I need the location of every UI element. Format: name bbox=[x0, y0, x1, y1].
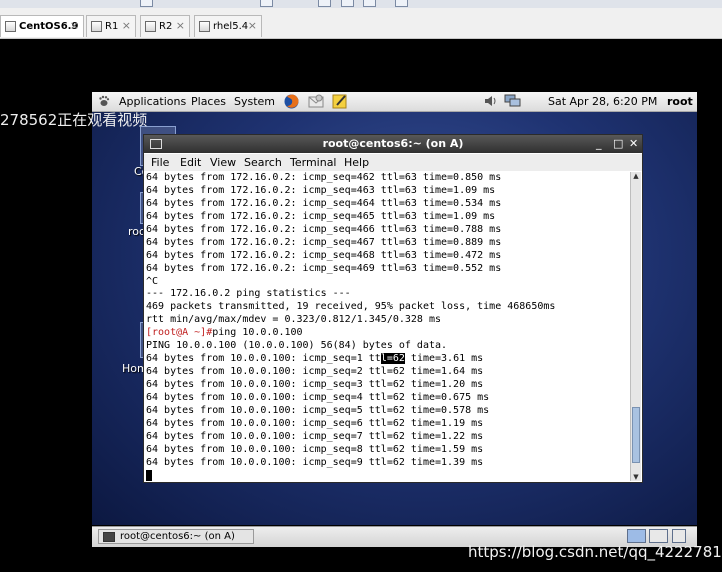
output-line: 64 bytes from 10.0.0.100: icmp_seq=7 ttl… bbox=[146, 430, 484, 442]
system-menu[interactable]: System bbox=[234, 95, 275, 108]
menu-search[interactable]: Search bbox=[244, 156, 282, 169]
menu-file[interactable]: File bbox=[151, 156, 169, 169]
output-line: --- 172.16.0.2 ping statistics --- bbox=[146, 288, 351, 300]
menu-terminal[interactable]: Terminal bbox=[290, 156, 337, 169]
terminal-titlebar[interactable]: root@centos6:~ (on A) _ □ ✕ bbox=[144, 135, 642, 153]
scroll-up-icon[interactable]: ▲ bbox=[631, 172, 641, 180]
output-line: 64 bytes from 10.0.0.100: icmp_seq=6 ttl… bbox=[146, 417, 484, 429]
clock[interactable]: Sat Apr 28, 6:20 PM bbox=[548, 95, 657, 108]
tab-label: rhel5.4 bbox=[213, 21, 249, 32]
vm-icon bbox=[5, 21, 16, 32]
output-line: rtt min/avg/max/mdev = 0.323/0.812/1.345… bbox=[146, 314, 442, 326]
host-toolbar bbox=[0, 0, 722, 8]
vm-icon bbox=[91, 21, 102, 32]
output-line: ^C bbox=[146, 275, 159, 287]
text-segment: 64 bytes from 10.0.0.100: icmp_seq=1 tt bbox=[146, 353, 381, 365]
taskbar-window-label: root@centos6:~ (on A) bbox=[120, 531, 235, 542]
tab-rhel54[interactable]: rhel5.4 × bbox=[194, 15, 262, 37]
output-line: 469 packets transmitted, 19 received, 95… bbox=[146, 301, 556, 313]
output-line: 64 bytes from 172.16.0.2: icmp_seq=464 t… bbox=[146, 197, 502, 209]
output-line: 64 bytes from 10.0.0.100: icmp_seq=4 ttl… bbox=[146, 391, 490, 403]
close-icon[interactable]: × bbox=[248, 19, 257, 32]
output-line: 64 bytes from 172.16.0.2: icmp_seq=466 t… bbox=[146, 223, 502, 235]
text-cursor bbox=[146, 469, 152, 481]
terminal-output[interactable]: 64 bytes from 172.16.0.2: icmp_seq=462 t… bbox=[146, 172, 630, 481]
vm-icon bbox=[145, 21, 156, 32]
output-line: PING 10.0.0.100 (10.0.0.100) 56(84) byte… bbox=[146, 340, 448, 352]
vm-icon bbox=[199, 21, 210, 32]
terminal-scrollbar[interactable]: ▲ ▼ bbox=[630, 172, 641, 481]
text-selection: l=62 bbox=[380, 353, 405, 365]
close-icon[interactable]: × bbox=[122, 19, 131, 32]
menu-edit[interactable]: Edit bbox=[180, 156, 201, 169]
output-line: 64 bytes from 10.0.0.100: icmp_seq=5 ttl… bbox=[146, 404, 490, 416]
volume-icon[interactable] bbox=[484, 95, 497, 110]
places-menu[interactable]: Places bbox=[191, 95, 226, 108]
fullscreen-icon[interactable] bbox=[318, 0, 331, 7]
terminal-menubar: File Edit View Search Terminal Help bbox=[144, 154, 642, 171]
workspace-1[interactable] bbox=[627, 529, 646, 543]
terminal-icon bbox=[103, 531, 115, 542]
maximize-icon[interactable]: □ bbox=[613, 137, 623, 150]
snapshot-icon[interactable] bbox=[260, 0, 273, 7]
output-line: 64 bytes from 172.16.0.2: icmp_seq=468 t… bbox=[146, 249, 502, 261]
trash-icon[interactable] bbox=[672, 529, 686, 543]
tab-r1[interactable]: R1 × bbox=[86, 15, 136, 37]
command-line: [root@A ~]#ping 10.0.0.100 bbox=[146, 327, 630, 340]
watermark-url: https://blog.csdn.net/qq_42227818 bbox=[468, 543, 722, 561]
close-icon[interactable]: ✕ bbox=[629, 137, 638, 150]
taskbar-window-button[interactable]: root@centos6:~ (on A) bbox=[98, 529, 254, 544]
command-text: ping 10.0.0.100 bbox=[212, 327, 303, 339]
menu-view[interactable]: View bbox=[210, 156, 236, 169]
output-line: 64 bytes from 172.16.0.2: icmp_seq=463 t… bbox=[146, 184, 496, 196]
mail-icon[interactable] bbox=[308, 94, 324, 112]
output-line: 64 bytes from 172.16.0.2: icmp_seq=465 t… bbox=[146, 210, 496, 222]
applications-menu[interactable]: Applications bbox=[119, 95, 186, 108]
close-icon[interactable]: × bbox=[176, 19, 185, 32]
unity-icon[interactable] bbox=[341, 0, 354, 7]
tab-label: R1 bbox=[105, 21, 119, 32]
window-title: root@centos6:~ (on A) bbox=[322, 137, 464, 150]
tab-label: R2 bbox=[159, 21, 173, 32]
cursor-line bbox=[146, 469, 630, 481]
vm-tab-bar: CentOS6.9 × R1 × R2 × rhel5.4 × bbox=[0, 8, 722, 39]
console-icon[interactable] bbox=[363, 0, 376, 7]
user-menu[interactable]: root bbox=[667, 95, 693, 108]
notes-icon[interactable] bbox=[332, 93, 348, 112]
shell-prompt: [root@A ~]# bbox=[146, 327, 213, 339]
gnome-foot-icon bbox=[98, 95, 110, 110]
firefox-icon[interactable] bbox=[284, 94, 299, 112]
scrollbar-thumb[interactable] bbox=[632, 407, 640, 463]
output-line: 64 bytes from 10.0.0.100: icmp_seq=8 ttl… bbox=[146, 443, 484, 455]
network-icon[interactable] bbox=[504, 94, 522, 111]
tab-r2[interactable]: R2 × bbox=[140, 15, 190, 37]
scroll-down-icon[interactable]: ▼ bbox=[631, 473, 641, 481]
guest-top-panel: Applications Places System Sat Apr 28, 6… bbox=[92, 92, 697, 112]
text-segment: time=3.61 ms bbox=[404, 353, 484, 365]
menu-help[interactable]: Help bbox=[344, 156, 369, 169]
output-line: 64 bytes from 172.16.0.2: icmp_seq=467 t… bbox=[146, 236, 502, 248]
pause-icon[interactable] bbox=[140, 0, 153, 7]
close-icon[interactable]: × bbox=[70, 19, 79, 32]
view-icon[interactable] bbox=[395, 0, 408, 7]
tab-centos69[interactable]: CentOS6.9 × bbox=[0, 15, 84, 37]
output-line: 64 bytes from 10.0.0.100: icmp_seq=9 ttl… bbox=[146, 456, 484, 468]
output-line: 64 bytes from 10.0.0.100: icmp_seq=1 ttl… bbox=[146, 353, 630, 366]
terminal-window[interactable]: root@centos6:~ (on A) _ □ ✕ File Edit Vi… bbox=[143, 134, 643, 483]
output-line: 64 bytes from 10.0.0.100: icmp_seq=2 ttl… bbox=[146, 366, 484, 378]
workspace-2[interactable] bbox=[649, 529, 668, 543]
output-line: 64 bytes from 172.16.0.2: icmp_seq=469 t… bbox=[146, 262, 502, 274]
output-line: 64 bytes from 10.0.0.100: icmp_seq=3 ttl… bbox=[146, 379, 484, 390]
viewer-overlay-text: 278562正在观看视频 bbox=[0, 111, 148, 129]
minimize-icon[interactable]: _ bbox=[596, 137, 602, 150]
output-line: 64 bytes from 172.16.0.2: icmp_seq=462 t… bbox=[146, 172, 502, 183]
